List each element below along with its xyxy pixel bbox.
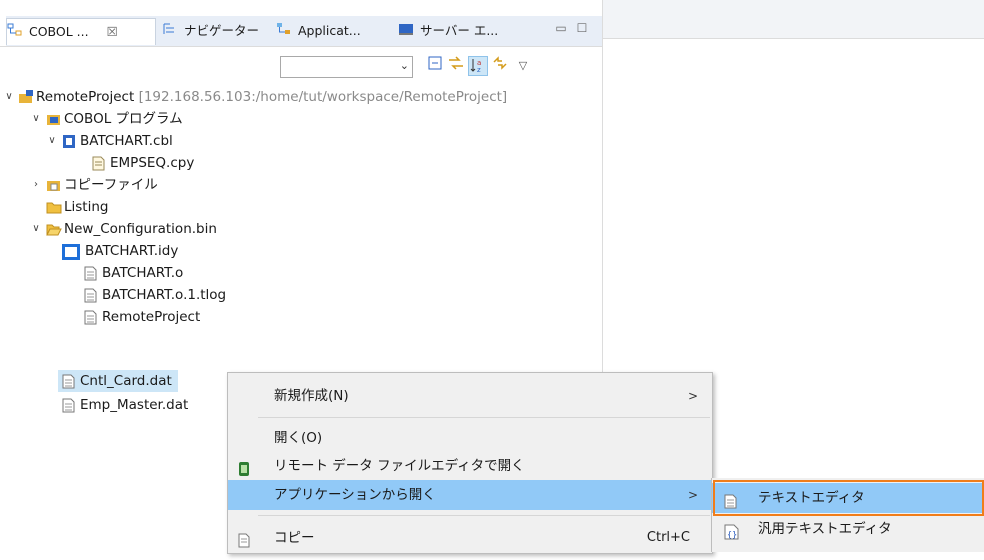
tree-item-label: COBOL プログラム <box>64 111 183 127</box>
copybook-file-icon <box>92 156 105 171</box>
tree-item-listing[interactable]: Listing <box>46 196 108 218</box>
file-icon <box>84 266 97 281</box>
tab-label: サーバー エ... <box>419 23 499 38</box>
menu-item-label: アプリケーションから開く <box>274 487 436 503</box>
filter-combo[interactable]: ⌄ <box>280 56 413 78</box>
remote-project-icon <box>18 89 33 105</box>
editor-area-header <box>603 0 984 39</box>
menu-separator <box>258 417 710 418</box>
cobol-explorer-icon <box>7 20 23 46</box>
tab-label: ナビゲーター <box>183 23 259 38</box>
generic-editor-icon: {} <box>724 521 740 551</box>
file-icon <box>62 398 75 413</box>
tab-navigator[interactable]: ナビゲーター <box>162 18 259 44</box>
idy-file-icon <box>62 243 80 260</box>
expanded-chevron-icon[interactable]: ∨ <box>30 218 42 240</box>
file-icon <box>62 374 75 389</box>
context-menu: 新規作成(N) > 開く(O) リモート データ ファイルエディタで開く アプリ… <box>227 372 713 554</box>
submenu-arrow-icon: > <box>687 488 698 502</box>
project-path: [192.168.56.103:/home/tut/workspace/Remo… <box>138 89 508 105</box>
tree-item-empseq-cpy[interactable]: EMPSEQ.cpy <box>92 152 194 174</box>
tree-item-cntl-card[interactable]: Cntl_Card.dat <box>58 370 178 392</box>
menu-item-label: コピー <box>274 530 315 546</box>
svg-text:{}: {} <box>727 530 737 539</box>
close-tab-icon[interactable]: ☒ <box>107 24 118 39</box>
svg-text:z: z <box>477 66 481 73</box>
tree-item-remote-project[interactable]: RemoteProject [192.168.56.103:/home/tut/… <box>18 86 507 108</box>
tree-item-cobol-programs[interactable]: COBOL プログラム <box>46 108 183 130</box>
shortcut-label: Ctrl+C <box>646 530 690 545</box>
menu-item-label: リモート データ ファイルエディタで開く <box>274 458 525 474</box>
file-icon <box>84 288 97 303</box>
tree-item-label: EMPSEQ.cpy <box>110 155 195 171</box>
menu-item-new[interactable]: 新規作成(N) > <box>228 381 712 411</box>
expanded-chevron-icon[interactable]: ∨ <box>3 86 15 108</box>
tree-item-label: BATCHART.o.1.tlog <box>102 287 227 303</box>
open-folder-icon <box>46 222 62 237</box>
tab-label: Applicat... <box>297 23 361 38</box>
folder-icon <box>46 200 62 215</box>
tree-item-batchart-cbl[interactable]: BATCHART.cbl <box>62 130 173 152</box>
link-with-editor-icon[interactable] <box>446 56 466 76</box>
tree-item-label: BATCHART.cbl <box>80 133 173 149</box>
minimize-icon[interactable]: ▭ <box>553 20 569 36</box>
menu-item-label: 開く(O) <box>274 430 323 446</box>
tree-item-batchart-tlog[interactable]: BATCHART.o.1.tlog <box>84 284 226 306</box>
navigator-icon <box>162 19 178 45</box>
tree-item-label: コピーファイル <box>64 177 158 193</box>
tree-item-batchart-idy[interactable]: BATCHART.idy <box>62 240 178 262</box>
application-icon <box>276 19 292 45</box>
expanded-chevron-icon[interactable]: ∨ <box>30 108 42 130</box>
menu-item-label: 汎用テキストエディタ <box>758 521 892 537</box>
tab-cobol-explorer[interactable]: COBOL ... ☒ <box>6 18 156 45</box>
tree-item-label: Emp_Master.dat <box>80 397 189 413</box>
tree-item-batchart-o[interactable]: BATCHART.o <box>84 262 183 284</box>
view-menu-icon[interactable]: ▽ <box>513 56 533 76</box>
maximize-icon[interactable]: ☐ <box>574 20 590 36</box>
menu-item-open-remote-editor[interactable]: リモート データ ファイルエディタで開く <box>228 451 712 481</box>
tree-item-label: New_Configuration.bin <box>64 221 217 237</box>
tab-applications[interactable]: Applicat... <box>276 18 361 44</box>
tree-item-label: Listing <box>64 199 109 215</box>
tree-item-copy-files[interactable]: コピーファイル <box>46 174 158 196</box>
server-icon <box>398 19 414 45</box>
project-name: RemoteProject <box>36 89 135 105</box>
tree-item-new-configuration[interactable]: New_Configuration.bin <box>46 218 217 240</box>
menu-separator <box>258 515 710 516</box>
tab-label: COBOL ... <box>28 24 89 39</box>
file-icon <box>84 310 97 325</box>
submenu-arrow-icon: > <box>687 389 698 403</box>
cobol-source-icon <box>62 134 75 149</box>
collapse-all-icon[interactable] <box>425 56 445 76</box>
copy-folder-icon <box>46 178 60 193</box>
expanded-chevron-icon[interactable]: ∨ <box>46 130 58 152</box>
sync-icon[interactable] <box>490 56 510 76</box>
collapsed-chevron-icon[interactable]: › <box>30 174 42 196</box>
tree-item-label: BATCHART.idy <box>85 243 179 259</box>
cobol-folder-icon <box>46 112 60 127</box>
chevron-down-icon[interactable]: ⌄ <box>400 59 409 72</box>
submenu-item-generic-text-editor[interactable]: {} 汎用テキストエディタ <box>712 514 984 544</box>
menu-item-label: 新規作成(N) <box>274 388 349 404</box>
highlight-outline <box>713 480 984 516</box>
menu-item-open[interactable]: 開く(O) <box>228 423 712 453</box>
copy-icon <box>238 530 252 560</box>
tree-item-label: RemoteProject <box>102 309 201 325</box>
menu-item-copy[interactable]: コピー Ctrl+C <box>228 523 712 553</box>
tab-servers[interactable]: サーバー エ... <box>398 18 498 44</box>
tree-item-remote-project-file[interactable]: RemoteProject <box>84 306 200 328</box>
tree-item-label: Cntl_Card.dat <box>80 373 172 389</box>
tree-item-label: BATCHART.o <box>102 265 184 281</box>
tree-item-emp-master[interactable]: Emp_Master.dat <box>62 394 188 416</box>
menu-item-open-with[interactable]: アプリケーションから開く > <box>228 480 712 510</box>
sort-alphabetical-icon[interactable]: az <box>468 56 488 76</box>
